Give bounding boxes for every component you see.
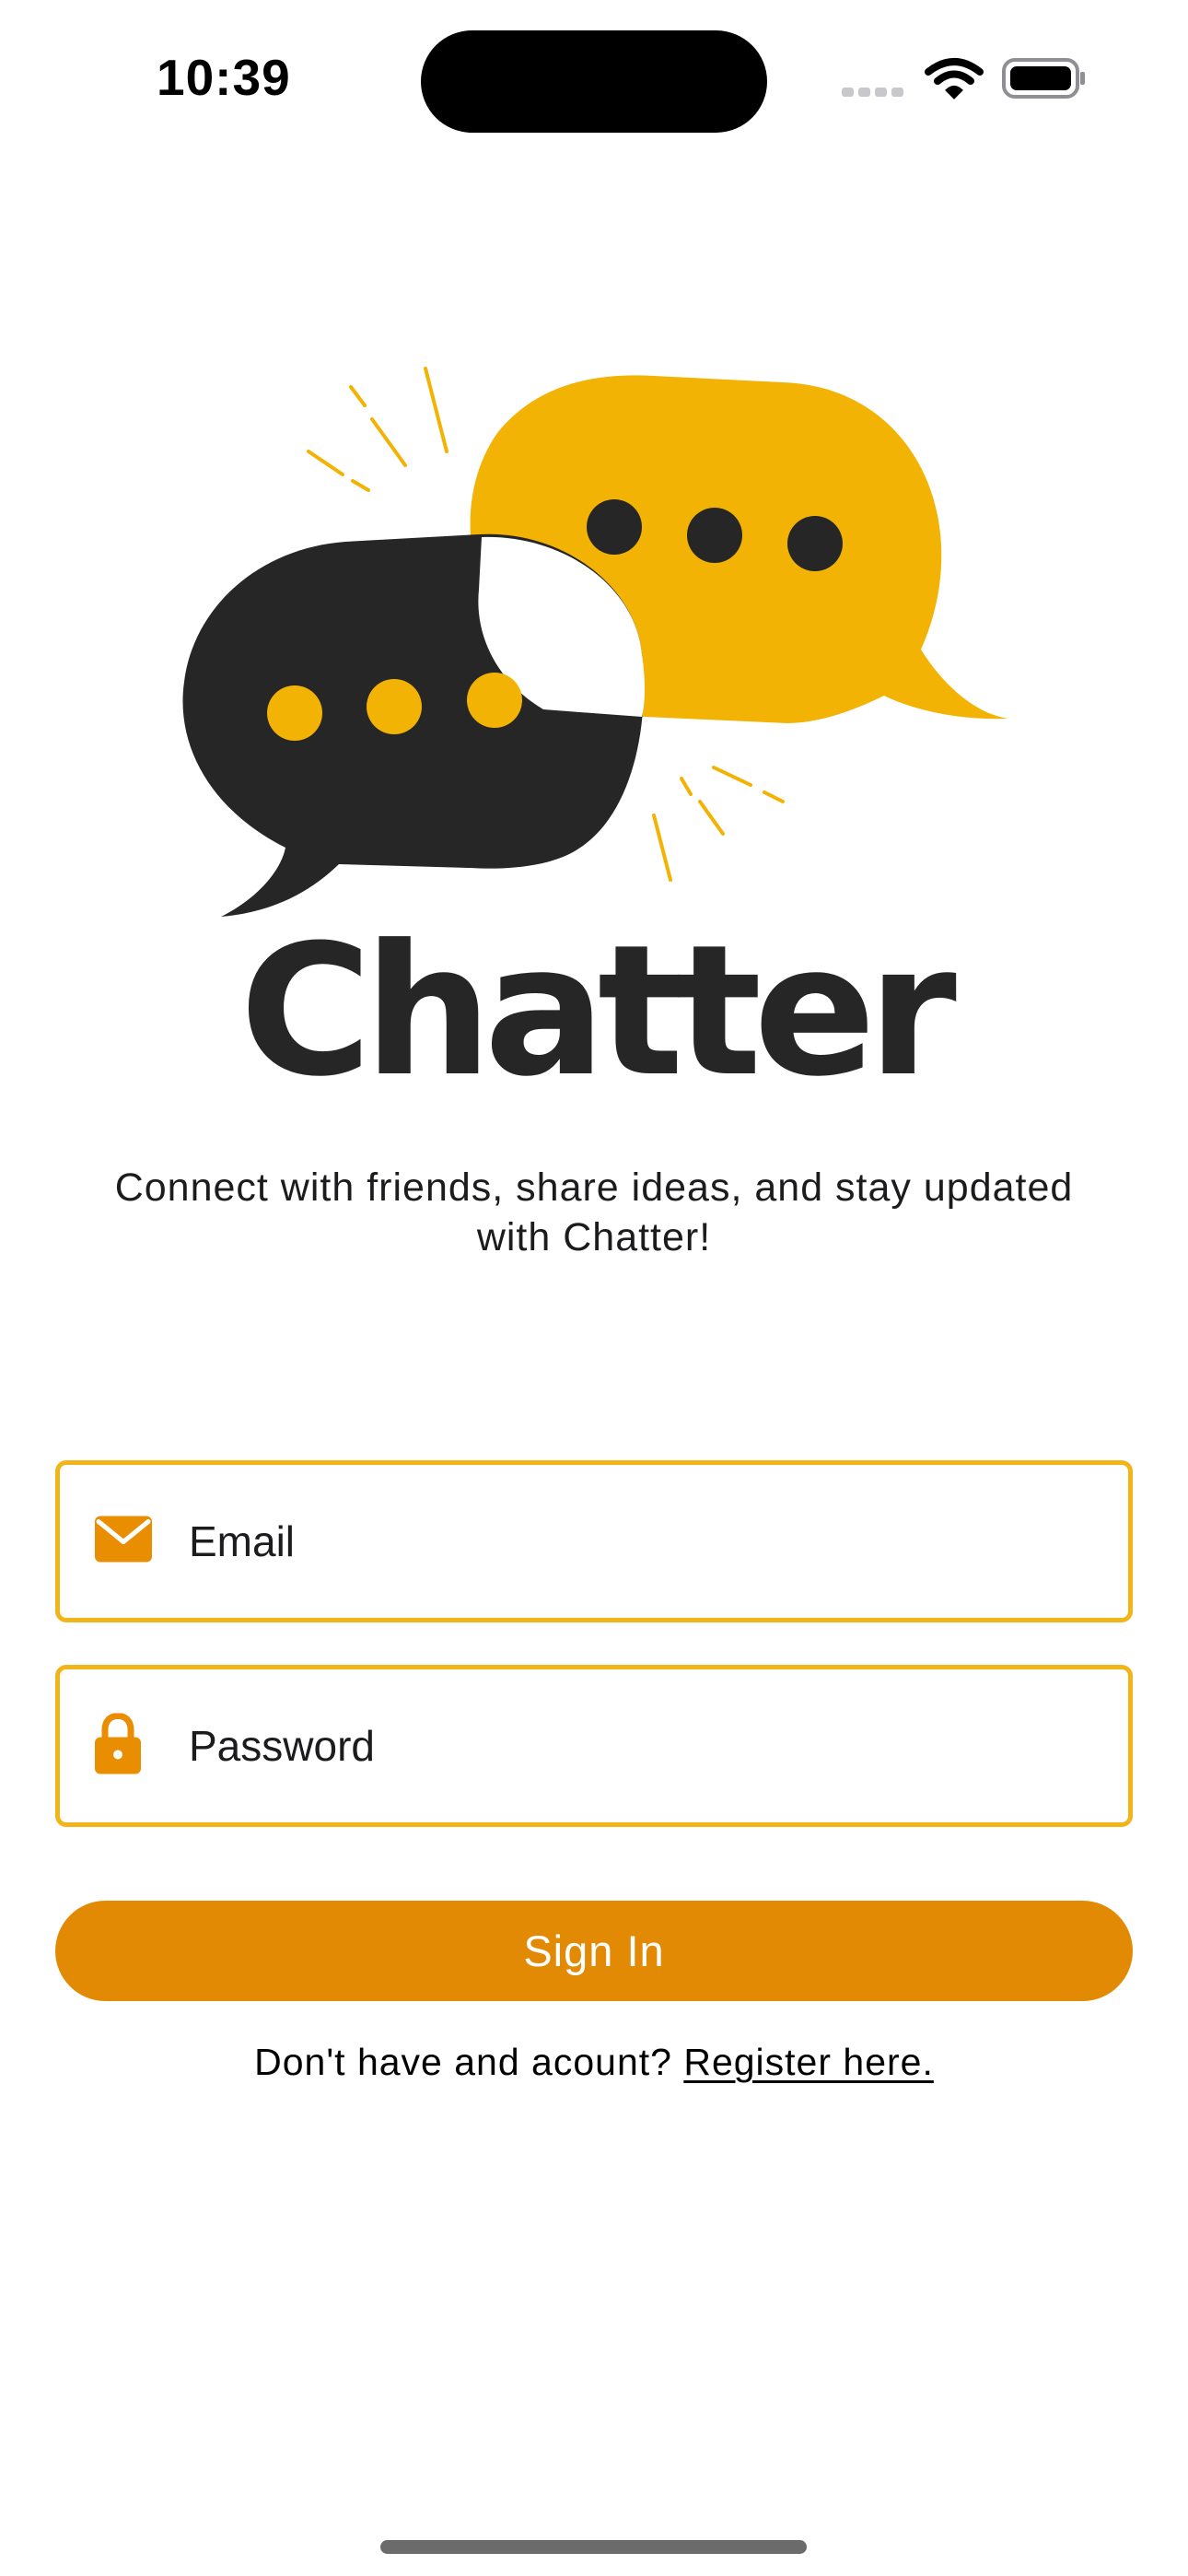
envelope-icon: [95, 1516, 152, 1567]
email-input[interactable]: [189, 1465, 1091, 1618]
status-time: 10:39: [157, 49, 291, 106]
register-prompt-text: Don't have and acount?: [254, 2041, 684, 2083]
lock-icon: [95, 1712, 141, 1779]
cellular-icon: [842, 88, 903, 97]
status-bar: 10:39: [0, 0, 1188, 157]
wifi-icon: [925, 58, 984, 100]
home-indicator[interactable]: [380, 2540, 807, 2554]
app-title: Chatter: [239, 907, 957, 1117]
sign-in-button[interactable]: Sign In: [55, 1901, 1133, 2001]
email-field[interactable]: [55, 1460, 1133, 1622]
dynamic-island: [421, 30, 767, 133]
chat-bubbles-icon: [170, 355, 1018, 926]
register-link[interactable]: Register here.: [683, 2041, 934, 2083]
status-icons: [838, 55, 1087, 101]
register-prompt: Don't have and acount? Register here.: [0, 2041, 1188, 2084]
battery-icon: [1002, 58, 1085, 99]
password-input[interactable]: [189, 1669, 1091, 1822]
app-tagline: Connect with friends, share ideas, and s…: [114, 1165, 1074, 1259]
password-field[interactable]: [55, 1665, 1133, 1827]
